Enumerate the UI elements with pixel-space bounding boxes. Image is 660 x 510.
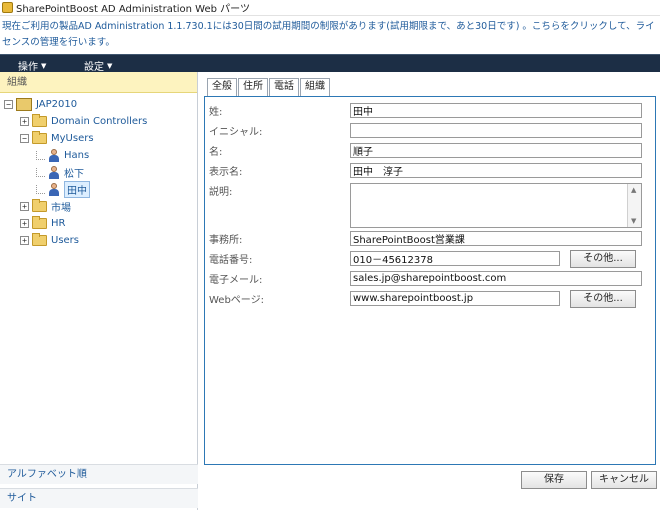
tree-node-label: JAP2010: [36, 98, 78, 110]
window-title: SharePointBoost AD Administration Web パー…: [16, 4, 250, 15]
app-icon: [2, 2, 13, 13]
sidebar-footer-alphabetical[interactable]: アルファベット順: [0, 464, 198, 484]
tree-node-label: 松下: [64, 168, 84, 180]
scroll-up-icon[interactable]: ▲: [631, 186, 636, 194]
tree-connector: [36, 150, 45, 160]
caret-down-icon: ▼: [107, 61, 113, 70]
collapse-icon[interactable]: −: [4, 99, 13, 109]
tree-connector: [36, 167, 45, 177]
tree-node-matsushita[interactable]: 松下: [36, 164, 84, 180]
webpage-input[interactable]: [350, 291, 560, 306]
tab-phone[interactable]: 電話: [269, 78, 299, 96]
webpage-label: Webページ:: [209, 295, 264, 306]
folder-icon: [32, 215, 47, 229]
description-textarea[interactable]: ▲ ▼: [350, 183, 642, 228]
tree-node-hr[interactable]: + HR: [20, 215, 65, 231]
tab-bar: 全般 住所 電話 組織: [207, 78, 331, 96]
save-button[interactable]: 保存: [521, 471, 587, 489]
tree-node-myusers[interactable]: − MyUsers: [20, 130, 94, 146]
collapse-icon[interactable]: −: [20, 133, 29, 143]
tree-node-domain-controllers[interactable]: + Domain Controllers: [20, 113, 147, 129]
domain-icon: [16, 97, 32, 111]
office-input[interactable]: [350, 231, 642, 246]
trial-notice-link[interactable]: 現在ご利用の製品AD Administration 1.1.730.1には30日…: [2, 19, 658, 51]
folder-icon: [32, 198, 47, 212]
tree-node-label: MyUsers: [51, 132, 94, 144]
display-name-label: 表示名:: [209, 167, 243, 178]
expand-icon[interactable]: +: [20, 201, 29, 211]
tab-organization[interactable]: 組織: [300, 78, 330, 96]
phone-input[interactable]: [350, 251, 560, 266]
tree-node-market[interactable]: + 市場: [20, 198, 71, 214]
expand-icon[interactable]: +: [20, 116, 29, 126]
first-name-label: 名:: [209, 147, 223, 158]
tree-node-label-selected: 田中: [64, 180, 90, 198]
user-icon: [48, 148, 60, 162]
tree-node-label: 市場: [51, 202, 71, 214]
tree-node-tanaka[interactable]: 田中: [36, 180, 90, 198]
email-input[interactable]: [350, 271, 642, 286]
phone-other-button[interactable]: その他...: [570, 250, 636, 268]
display-name-input[interactable]: [350, 163, 642, 178]
tree-node-jap2010[interactable]: − JAP2010: [4, 96, 77, 112]
folder-icon: [32, 232, 47, 246]
phone-label: 電話番号:: [209, 255, 253, 266]
tree-node-label: Domain Controllers: [51, 115, 148, 127]
caret-down-icon: ▼: [41, 61, 47, 70]
tree-node-label: HR: [51, 217, 66, 229]
scroll-down-icon[interactable]: ▼: [631, 217, 636, 225]
user-icon: [48, 165, 60, 179]
initials-label: イニシャル:: [209, 127, 263, 138]
window-titlebar: SharePointBoost AD Administration Web パー…: [0, 0, 660, 16]
description-label: 説明:: [209, 187, 233, 198]
sidebar: 組織 − JAP2010 + Domain Controllers − MyUs…: [0, 72, 198, 510]
expand-icon[interactable]: +: [20, 235, 29, 245]
menu-action-label: 操作: [18, 62, 38, 73]
office-label: 事務所:: [209, 235, 243, 246]
tab-address[interactable]: 住所: [238, 78, 268, 96]
tree-node-label: Users: [51, 234, 80, 246]
menu-action[interactable]: 操作 ▼: [18, 58, 47, 74]
folder-icon: [32, 113, 47, 127]
webpage-other-button[interactable]: その他...: [570, 290, 636, 308]
email-label: 電子メール:: [209, 275, 263, 286]
user-icon: [48, 182, 60, 196]
tree-connector: [36, 184, 45, 194]
expand-icon[interactable]: +: [20, 218, 29, 228]
cancel-button[interactable]: キャンセル: [591, 471, 657, 489]
folder-icon: [32, 130, 47, 144]
first-name-input[interactable]: [350, 143, 642, 158]
sidebar-footer-site[interactable]: サイト: [0, 488, 198, 508]
tree-node-hans[interactable]: Hans: [36, 147, 89, 163]
menu-settings-label: 設定: [84, 62, 104, 73]
scrollbar[interactable]: ▲ ▼: [627, 184, 641, 227]
tree-node-users[interactable]: + Users: [20, 232, 79, 248]
initials-input[interactable]: [350, 123, 642, 138]
main-content: 全般 住所 電話 組織 姓: イニシャル: 名: 表示名: 説明: ▲ ▼ 事務…: [198, 72, 660, 510]
menu-bar: 操作 ▼ 設定 ▼: [0, 54, 660, 74]
sidebar-header: 組織: [0, 72, 197, 93]
tree-node-label: Hans: [64, 149, 90, 161]
last-name-label: 姓:: [209, 107, 223, 118]
tab-general[interactable]: 全般: [207, 78, 237, 96]
general-panel: 姓: イニシャル: 名: 表示名: 説明: ▲ ▼ 事務所: 電話番号: その他…: [204, 96, 656, 465]
menu-settings[interactable]: 設定 ▼: [84, 58, 113, 74]
last-name-input[interactable]: [350, 103, 642, 118]
